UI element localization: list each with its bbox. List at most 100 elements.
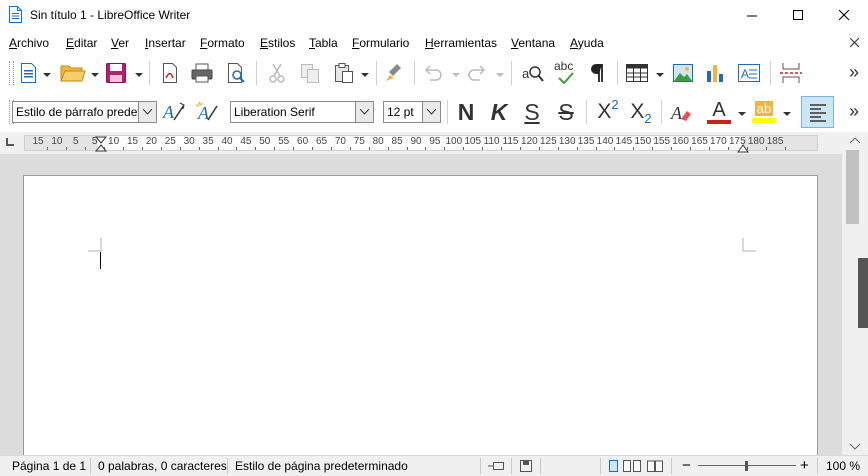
copy-icon[interactable]	[298, 61, 322, 85]
book-view-icon[interactable]	[647, 460, 663, 475]
ruler-tick-mark	[312, 147, 314, 150]
close-document-button[interactable]	[849, 37, 860, 51]
ruler-tick-label: 105	[464, 136, 482, 147]
clone-formatting-icon[interactable]	[382, 61, 406, 85]
subscript-button[interactable]: X2	[627, 99, 655, 126]
more-format-tools-icon[interactable]: »	[849, 101, 859, 122]
strikethrough-button[interactable]: S	[553, 99, 579, 125]
chevron-down-icon[interactable]	[422, 102, 440, 122]
table-dropdown-arrow[interactable]	[656, 73, 664, 77]
spellcheck-icon[interactable]: abc	[552, 59, 580, 87]
bold-button[interactable]: N	[453, 99, 479, 125]
ruler-tick-mark	[690, 147, 692, 150]
zoom-out-button[interactable]: −	[682, 457, 691, 474]
superscript-button[interactable]: X2	[594, 97, 622, 125]
zoom-in-button[interactable]: +	[800, 457, 809, 474]
menu-herramientas[interactable]: Herramientas	[425, 36, 497, 50]
redo-dropdown-arrow[interactable]	[496, 73, 504, 77]
open-folder-icon[interactable]	[59, 61, 87, 85]
font-color-button[interactable]: A	[705, 98, 733, 126]
page-style[interactable]: Estilo de página predeterminado	[235, 459, 408, 473]
close-window-button[interactable]	[821, 0, 867, 31]
ruler-tick-label: 45	[240, 136, 252, 147]
chevron-down-icon[interactable]	[138, 102, 156, 122]
status-separator	[600, 458, 601, 474]
menu-ventana[interactable]: Ventana	[511, 36, 555, 50]
menu-tabla[interactable]: Tabla	[309, 36, 338, 50]
highlight-color-button[interactable]: ab	[750, 98, 778, 126]
undo-dropdown-arrow[interactable]	[452, 73, 460, 77]
align-left-button[interactable]	[801, 96, 834, 128]
open-dropdown-arrow[interactable]	[91, 73, 99, 77]
menu-archivo[interactable]: Archivo	[9, 36, 49, 50]
save-icon[interactable]	[104, 61, 128, 85]
highlight-dropdown-arrow[interactable]	[783, 112, 791, 116]
update-style-icon[interactable]: A	[161, 100, 187, 124]
find-replace-icon[interactable]: a	[519, 61, 547, 85]
zoom-level[interactable]: 100 %	[826, 459, 860, 473]
underline-button[interactable]: S	[519, 99, 545, 125]
insert-text-box-icon[interactable]: A	[736, 61, 762, 85]
zoom-slider-thumb[interactable]	[745, 461, 748, 471]
subscript-base: X	[630, 100, 645, 123]
insert-chart-icon[interactable]	[703, 61, 727, 85]
multi-page-view-icon[interactable]	[623, 460, 641, 475]
font-color-dropdown-arrow[interactable]	[738, 112, 746, 116]
insert-table-icon[interactable]	[624, 61, 650, 85]
paste-icon[interactable]	[331, 61, 357, 85]
font-size-combo[interactable]: 12 pt	[383, 101, 441, 123]
insert-page-break-icon[interactable]	[778, 61, 804, 85]
selection-mode-icon[interactable]	[488, 460, 504, 475]
menu-formato[interactable]: Formato	[200, 36, 245, 50]
minimize-button[interactable]	[729, 0, 775, 31]
toolbar-separator	[149, 61, 150, 85]
menu-formulario[interactable]: Formulario	[352, 36, 409, 50]
vertical-scrollbar[interactable]	[842, 132, 868, 456]
scroll-down-icon[interactable]	[850, 444, 860, 450]
chevron-down-icon[interactable]	[355, 102, 373, 122]
document-page[interactable]	[23, 175, 818, 465]
scroll-up-icon[interactable]	[850, 138, 860, 144]
italic-button[interactable]: K	[486, 99, 512, 125]
font-name-combo[interactable]: Liberation Serif	[230, 101, 374, 123]
paragraph-style-combo[interactable]: Estilo de párrafo predeterminado	[12, 101, 157, 123]
new-document-icon[interactable]	[18, 61, 40, 85]
undo-icon[interactable]	[422, 61, 444, 85]
scrollbar-thumb[interactable]	[846, 150, 859, 224]
formatting-marks-icon[interactable]	[585, 61, 609, 85]
tab-stop-type-icon[interactable]	[6, 138, 14, 146]
sidebar-toggle-handle[interactable]	[858, 258, 868, 328]
menu-insertar[interactable]: Insertar	[145, 36, 186, 50]
page-count[interactable]: Página 1 de 1	[12, 459, 86, 473]
clear-formatting-icon[interactable]: A	[668, 100, 694, 124]
menu-ayuda[interactable]: Ayuda	[570, 36, 604, 50]
paragraph-style-value: Estilo de párrafo predeterminado	[16, 105, 138, 119]
ruler-tick-mark	[123, 147, 125, 150]
maximize-button[interactable]	[775, 0, 821, 31]
new-dropdown-arrow[interactable]	[43, 73, 51, 77]
menu-estilos[interactable]: Estilos	[260, 36, 295, 50]
print-preview-icon[interactable]	[224, 61, 248, 85]
toolbar-grip[interactable]	[9, 61, 14, 85]
ruler-area: 15 10 5 5 10 15 20 25 30 35 40 45 50 55 60 65 70 75 80 85 90…	[0, 132, 868, 154]
new-style-icon[interactable]: A	[194, 100, 220, 124]
redo-icon[interactable]	[466, 61, 488, 85]
ruler-tick-mark	[141, 147, 143, 150]
ruler-tick-mark	[595, 147, 597, 150]
status-separator	[480, 458, 481, 474]
single-page-view-icon[interactable]	[609, 460, 619, 475]
cut-icon[interactable]	[265, 61, 289, 85]
save-dropdown-arrow[interactable]	[135, 73, 143, 77]
export-pdf-icon[interactable]	[158, 61, 182, 85]
more-tools-icon[interactable]: »	[849, 62, 859, 83]
word-count[interactable]: 0 palabras, 0 caracteres	[98, 459, 227, 473]
insert-image-icon[interactable]	[671, 61, 695, 85]
menu-ver[interactable]: Ver	[111, 36, 129, 50]
left-indent-marker[interactable]	[94, 136, 108, 155]
paste-dropdown-arrow[interactable]	[361, 73, 369, 77]
ruler-tick-label: 115	[502, 136, 519, 147]
print-icon[interactable]	[189, 61, 215, 85]
menu-editar[interactable]: Editar	[66, 36, 97, 50]
toolbar-separator	[447, 100, 448, 124]
document-modified-icon[interactable]	[520, 460, 532, 475]
